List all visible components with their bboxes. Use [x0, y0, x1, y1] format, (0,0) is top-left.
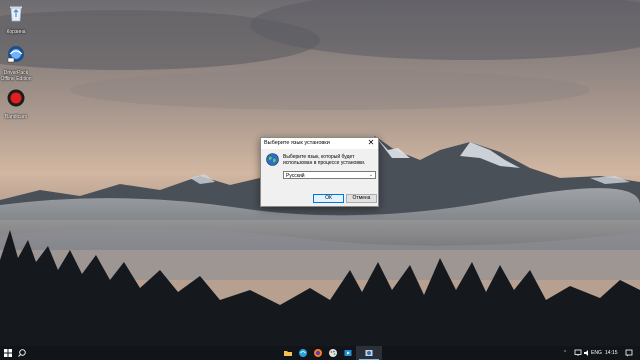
close-icon[interactable]: ✕: [366, 138, 376, 148]
ok-button[interactable]: ОК: [313, 194, 344, 203]
cancel-button[interactable]: Отмена: [346, 194, 377, 203]
paint-icon[interactable]: [328, 348, 338, 358]
chevron-up-icon[interactable]: ⌃: [563, 350, 567, 356]
language-indicator[interactable]: ENG: [591, 350, 602, 356]
installer-icon: [365, 350, 373, 356]
bandicam-shortcut[interactable]: Bandicam: [0, 88, 32, 120]
driverpack-label: DriverPack Offline Edition: [0, 70, 32, 82]
taskbar: ⌃ ENG 14:15: [0, 346, 640, 360]
installer-taskbar-button[interactable]: [356, 346, 382, 360]
media-icon[interactable]: [343, 348, 353, 358]
search-icon[interactable]: [17, 348, 27, 358]
driverpack-icon: [7, 46, 24, 63]
file-explorer-icon[interactable]: [283, 348, 293, 358]
notifications-icon[interactable]: [624, 348, 634, 358]
chevron-down-icon: ⌄: [368, 172, 373, 178]
language-selection-dialog: Выберите язык установки ✕ Выберите язык,…: [260, 137, 379, 207]
edge-icon[interactable]: [298, 348, 308, 358]
bandicam-label: Bandicam: [4, 114, 28, 120]
dialog-title: Выберите язык установки: [264, 140, 330, 146]
dialog-titlebar[interactable]: Выберите язык установки ✕: [261, 138, 378, 149]
recycle-bin-label: Корзина: [6, 29, 26, 35]
language-dropdown-value: Русский: [286, 173, 305, 179]
windows-start-icon[interactable]: [3, 348, 13, 358]
firefox-icon[interactable]: [313, 348, 323, 358]
clock[interactable]: 14:15: [605, 350, 618, 356]
globe-icon: [266, 153, 279, 166]
recycle-bin-icon: [10, 6, 22, 22]
desktop: Корзина DriverPack Offline Edition Bandi…: [0, 0, 640, 360]
language-dropdown[interactable]: Русский ⌄: [283, 171, 376, 179]
driverpack-shortcut[interactable]: DriverPack Offline Edition: [0, 44, 32, 82]
dialog-message: Выберите язык, который будет использован…: [283, 154, 366, 166]
recycle-bin-shortcut[interactable]: Корзина: [0, 3, 32, 35]
bandicam-icon: [7, 89, 25, 107]
